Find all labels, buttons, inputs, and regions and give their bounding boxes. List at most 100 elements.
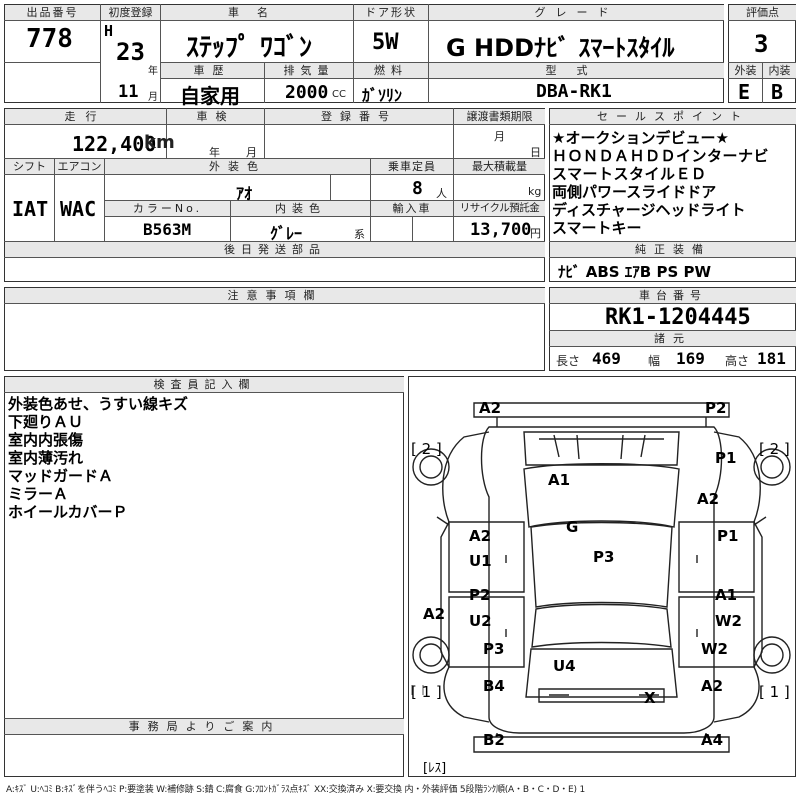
damage-mark: P1 bbox=[717, 527, 739, 545]
damage-mark: [ 2 ] bbox=[759, 440, 790, 458]
lot-number-label: 出品番号 bbox=[5, 5, 100, 20]
door-type: 5W bbox=[372, 30, 399, 55]
fuel-label: 燃料 bbox=[354, 63, 428, 78]
damage-mark: P3 bbox=[483, 640, 505, 658]
inspector-note: ホイールカバーＰ bbox=[8, 503, 128, 521]
damage-mark: U4 bbox=[553, 657, 576, 675]
car-name: ｽﾃｯﾌﾟ ﾜｺﾞﾝ bbox=[186, 33, 313, 63]
damage-mark: G bbox=[566, 518, 579, 536]
office-notice-label: 事務局よりご案内 bbox=[5, 719, 404, 734]
score: 3 bbox=[754, 30, 769, 58]
damage-mark: A1 bbox=[548, 471, 571, 489]
damage-mark: P2 bbox=[705, 399, 727, 417]
history-label: 車歴 bbox=[161, 63, 264, 78]
length-label: 長さ bbox=[556, 354, 581, 368]
inspector-note: マッドガードＡ bbox=[8, 467, 114, 485]
shift-type: IAT bbox=[12, 197, 49, 221]
import-label: 輸入車 bbox=[371, 201, 453, 216]
interior-color-unit: 系 bbox=[354, 228, 365, 241]
damage-mark: A2 bbox=[479, 399, 502, 417]
damage-mark: A2 bbox=[423, 605, 446, 623]
car-diagram bbox=[411, 402, 791, 753]
shift-label: シフト bbox=[5, 159, 54, 174]
cc-unit: CC bbox=[332, 89, 346, 100]
inspector-note: ミラーＡ bbox=[8, 485, 69, 503]
max-load-label: 最大積載量 bbox=[454, 159, 545, 174]
recycle-label: リサイクル預託金 bbox=[454, 201, 545, 216]
model-code: DBA-RK1 bbox=[536, 81, 612, 102]
car-history: 自家用 bbox=[180, 84, 240, 108]
damage-diagram-section: A2 P2 [ 2 ] [ 2 ] P1 A1 A2 G A2 U1 P1 P3… bbox=[408, 376, 796, 777]
height: 181 bbox=[757, 349, 786, 368]
aircon-label: エアコン bbox=[55, 159, 104, 174]
damage-mark: [ 2 ] bbox=[411, 440, 442, 458]
exterior-color-label: 外装色 bbox=[105, 159, 370, 174]
fuel-type: ｶﾞｿﾘﾝ bbox=[362, 86, 403, 105]
displacement-label: 排気量 bbox=[265, 63, 353, 78]
inspector-note: 室内内張傷 bbox=[8, 431, 84, 449]
month-unit: 月 bbox=[148, 92, 158, 103]
notes-label: 注意事項欄 bbox=[5, 288, 545, 303]
legend: A:ｷｽﾞ U:ﾍｺﾐ B:ｷｽﾞを伴うﾍｺﾐ P:要塗装 W:補修跡 S:錆 … bbox=[6, 785, 585, 795]
registration-month: 11 bbox=[118, 82, 139, 102]
inspector-label: 検査員記入欄 bbox=[5, 377, 404, 392]
later-parts-label: 後日発送部品 bbox=[5, 242, 545, 257]
width-label: 幅 bbox=[648, 354, 661, 368]
damage-mark: [ 1 ] bbox=[411, 683, 442, 701]
displacement: 2000 bbox=[285, 82, 329, 103]
damage-mark: [ 1 ] bbox=[759, 683, 790, 701]
sales-point-line: ディスチャージヘッドライト bbox=[552, 201, 746, 219]
interior-color: ｸﾞﾚｰ bbox=[270, 224, 303, 243]
sales-point-line: 両側パワースライドドア bbox=[552, 183, 717, 201]
sales-point-line: ＨＯＮＤＡＨＤＤインターナビ bbox=[552, 147, 770, 165]
recycle-fee: 13,700 bbox=[470, 220, 532, 240]
load-unit: kg bbox=[528, 185, 542, 198]
sales-point-line: スマートキー bbox=[552, 219, 642, 237]
damage-mark: U1 bbox=[469, 552, 492, 570]
inspection-year-unit: 年 bbox=[209, 146, 220, 159]
damage-mark: X bbox=[644, 689, 656, 707]
sales-point-label: セールスポイント bbox=[550, 109, 796, 124]
model-label: 型式 bbox=[429, 63, 724, 78]
first-registration-label: 初度登録 bbox=[101, 5, 160, 20]
era: H bbox=[104, 22, 114, 40]
reg-number-label: 登録番号 bbox=[265, 109, 453, 124]
damage-mark: P1 bbox=[715, 449, 737, 467]
mileage-label: 走行 bbox=[5, 109, 166, 124]
damage-mark: B4 bbox=[483, 677, 505, 695]
length: 469 bbox=[592, 349, 621, 368]
grade: G HDDﾅﾋﾞ ｽﾏｰﾄｽﾀｲﾙ bbox=[446, 34, 675, 62]
damage-mark: A2 bbox=[469, 527, 492, 545]
inspector-note: 外装色あせ、うすい線キズ bbox=[8, 395, 189, 413]
year-unit: 年 bbox=[148, 66, 158, 77]
damage-mark: W2 bbox=[701, 640, 728, 658]
interior-color-label: 内装色 bbox=[231, 201, 370, 216]
inspection-label: 車検 bbox=[167, 109, 264, 124]
transfer-month-unit: 月 bbox=[494, 130, 505, 143]
transfer-day-unit: 日 bbox=[530, 146, 541, 159]
equipment: ﾅﾋﾞ ABS ｴｱB PS PW bbox=[558, 263, 712, 281]
damage-mark: W2 bbox=[715, 612, 742, 630]
car-name-label: 車名 bbox=[161, 5, 353, 20]
spec-label: 諸元 bbox=[550, 331, 796, 346]
damage-mark: A2 bbox=[697, 490, 720, 508]
sales-point-line: ★オークションデビュー★ bbox=[552, 129, 729, 147]
lot-number: 778 bbox=[26, 24, 73, 54]
door-type-label: ドア形状 bbox=[354, 5, 428, 20]
equipment-label: 純正装備 bbox=[550, 242, 796, 257]
height-label: 高さ bbox=[725, 354, 750, 368]
damage-mark: A2 bbox=[701, 677, 724, 695]
damage-mark: A4 bbox=[701, 731, 724, 749]
damage-mark: P3 bbox=[593, 548, 615, 566]
km-unit: km bbox=[144, 132, 175, 153]
damage-mark: A1 bbox=[715, 586, 738, 604]
capacity-label: 乗車定員 bbox=[371, 159, 453, 174]
chassis-number: RK1-1204445 bbox=[605, 305, 751, 330]
color-number-label: カラーNo. bbox=[105, 201, 230, 216]
interior-grade: B bbox=[771, 80, 784, 104]
capacity: 8 bbox=[412, 178, 423, 199]
color-number: B563M bbox=[143, 220, 192, 239]
exterior-label: 外装 bbox=[729, 63, 762, 78]
inspection-month-unit: 月 bbox=[246, 146, 257, 159]
width: 169 bbox=[676, 349, 705, 368]
